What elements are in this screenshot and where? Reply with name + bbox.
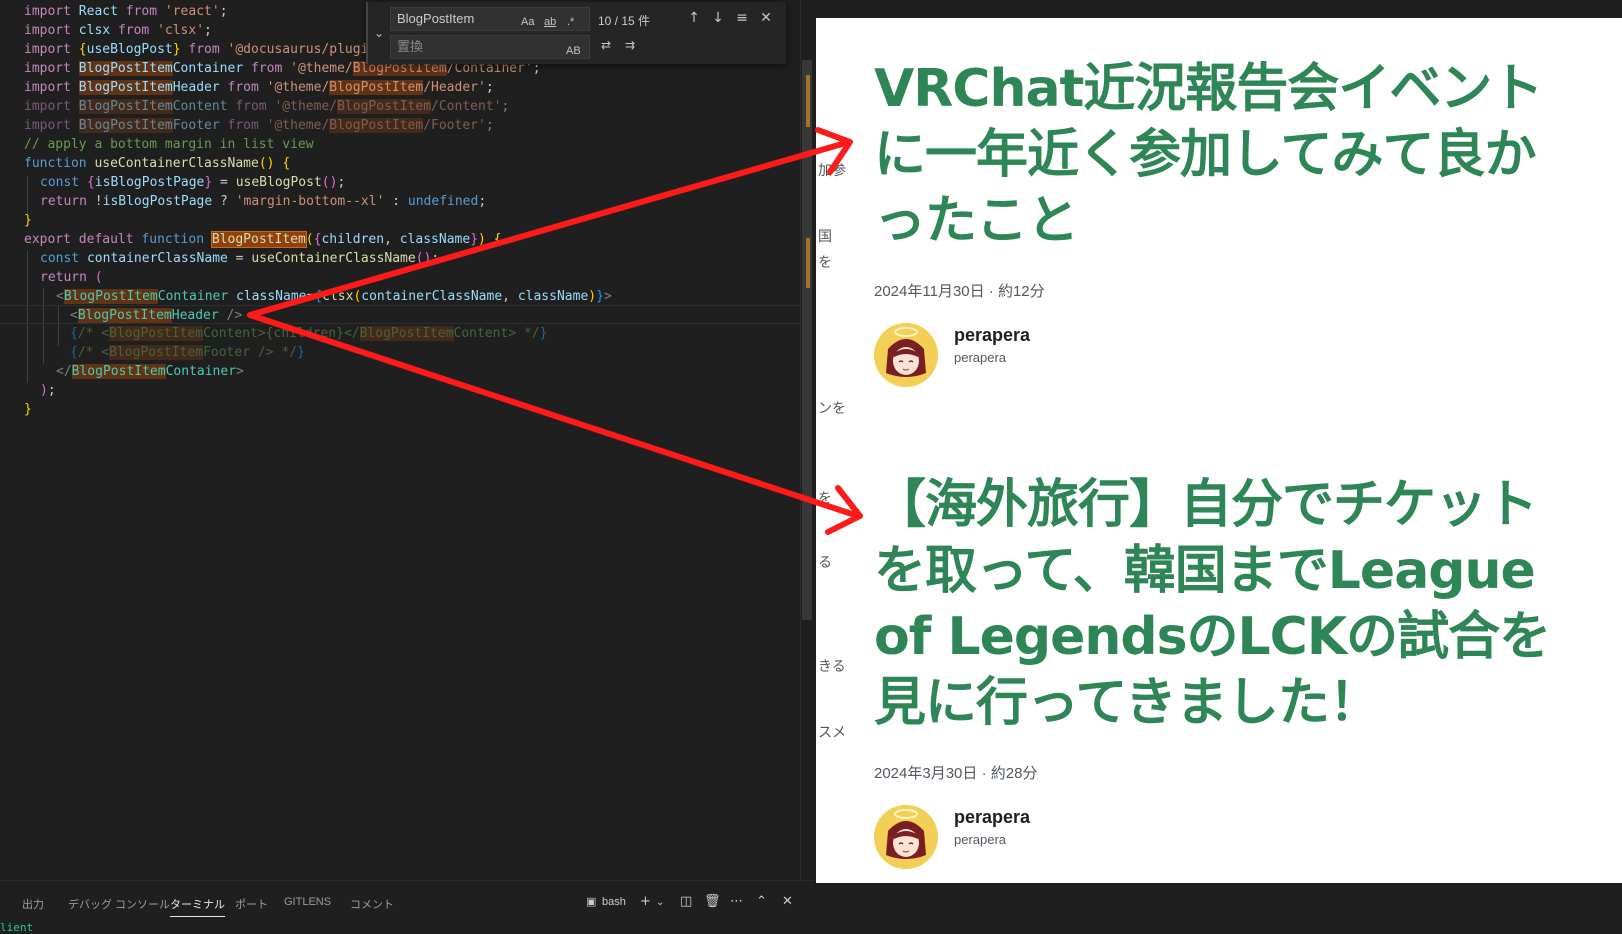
find-input[interactable]: BlogPostItem Aa ab .* <box>390 7 590 31</box>
avatar[interactable] <box>874 323 938 387</box>
code-line[interactable]: const {isBlogPostPage} = useBlogPost(); <box>40 173 345 192</box>
trash-icon[interactable]: 🗑 <box>704 894 721 909</box>
replace-all-icon[interactable]: ⇉ <box>620 38 640 56</box>
code-line[interactable]: </BlogPostItemContainer> <box>56 362 244 381</box>
code-line[interactable]: <BlogPostItemContainer className={clsx(c… <box>56 287 612 306</box>
whole-word-icon[interactable]: ab <box>544 11 556 33</box>
sidebar-fragment: ンを <box>818 401 846 417</box>
code-line[interactable]: } <box>24 211 32 230</box>
find-input-value: BlogPostItem <box>397 11 475 26</box>
avatar-image <box>874 805 938 869</box>
scrollbar-match-marker <box>806 75 810 127</box>
next-match-icon[interactable]: ↓ <box>708 10 728 26</box>
regex-icon[interactable]: .* <box>567 11 574 33</box>
replace-one-icon[interactable]: ⇄ <box>596 38 616 56</box>
code-line[interactable]: {/* <BlogPostItemContent>{children}</Blo… <box>70 324 547 343</box>
more-actions-icon[interactable]: ⋯ <box>730 894 743 909</box>
close-panel-icon[interactable]: ✕ <box>782 894 793 909</box>
post-date: 2024年11月30日 · 約12分 <box>874 283 1045 300</box>
code-line[interactable]: {/* <BlogPostItemFooter /> */} <box>70 343 305 362</box>
author-name[interactable]: perapera <box>954 325 1030 346</box>
author-handle: perapera <box>954 832 1007 847</box>
indent-guide <box>43 288 44 364</box>
find-in-selection-icon[interactable]: ≡ <box>732 10 752 26</box>
blog-page: 加参 国 を ンを を る きる スメ VRChat近況報告会イベントに一年近く… <box>816 0 1622 883</box>
close-find-icon[interactable]: ✕ <box>756 10 776 26</box>
panel-tab-debug-console[interactable]: デバッグ コンソール <box>68 896 170 912</box>
split-terminal-icon[interactable]: ◫ <box>680 894 692 909</box>
find-result-count: 10 / 15 件 <box>598 14 651 28</box>
sidebar-fragment: を <box>818 491 832 507</box>
sidebar-fragment: きる <box>818 659 846 675</box>
panel-tab-comments[interactable]: コメント <box>350 896 394 912</box>
author-name[interactable]: perapera <box>954 807 1030 828</box>
code-line[interactable]: import BlogPostItemHeader from '@theme/B… <box>24 78 494 97</box>
author-handle: perapera <box>954 350 1007 365</box>
code-line[interactable]: import BlogPostItemContent from '@theme/… <box>24 97 509 116</box>
post-title-link[interactable]: VRChat近況報告会イベントに一年近く参加してみて良かったこと <box>874 56 1574 254</box>
panel-tab-gitlens[interactable]: GITLENS <box>284 896 331 908</box>
avatar-image <box>874 323 938 387</box>
editor-scrollbar-thumb[interactable] <box>802 60 812 620</box>
match-case-icon[interactable]: Aa <box>521 11 534 33</box>
code-line[interactable]: return !isBlogPostPage ? 'margin-bottom-… <box>40 192 486 211</box>
chevron-down-icon[interactable]: ⌄ <box>656 897 664 908</box>
code-line[interactable]: function useContainerClassName() { <box>24 154 290 173</box>
toggle-replace-chevron-icon[interactable]: ⌄ <box>372 10 386 56</box>
avatar[interactable] <box>874 805 938 869</box>
previous-match-icon[interactable]: ↑ <box>684 10 704 26</box>
code-line[interactable]: // apply a bottom margin in list view <box>24 135 314 154</box>
author-card: perapera perapera <box>874 805 1574 869</box>
blog-post: VRChat近況報告会イベントに一年近く参加してみて良かったこと 2024年11… <box>874 56 1574 387</box>
post-date: 2024年3月30日 · 約28分 <box>874 765 1038 782</box>
replace-input-placeholder: 置換 <box>397 39 424 54</box>
code-line[interactable]: import {useBlogPost} from '@docusaurus/p… <box>24 40 376 59</box>
bottom-strip <box>814 883 1622 927</box>
author-card: perapera perapera <box>874 323 1574 387</box>
blog-post: 【海外旅行】自分でチケットを取って、韓国までLeague of Legendsの… <box>874 472 1574 869</box>
preserve-case-icon[interactable]: AB <box>566 40 581 62</box>
code-line[interactable]: return ( <box>40 268 103 287</box>
terminal-icon[interactable]: ▣ <box>586 895 596 908</box>
code-editor[interactable]: import React from 'react'; import clsx f… <box>0 0 814 880</box>
sidebar-fragment: を <box>818 255 832 271</box>
code-line[interactable]: import BlogPostItemFooter from '@theme/B… <box>24 116 494 135</box>
bottom-panel: 出力 デバッグ コンソール ターミナル ポート GITLENS コメント ▣ b… <box>0 880 814 934</box>
sidebar-fragment: る <box>818 555 832 571</box>
panel-tab-ports[interactable]: ポート <box>235 896 268 912</box>
code-line[interactable]: export default function BlogPostItem({ch… <box>24 230 502 249</box>
post-title-link[interactable]: 【海外旅行】自分でチケットを取って、韓国までLeague of Legendsの… <box>874 472 1574 736</box>
panel-tab-terminal[interactable]: ターミナル <box>170 896 225 917</box>
code-line[interactable]: ); <box>40 381 56 400</box>
panel-tab-output[interactable]: 出力 <box>22 896 44 912</box>
code-line[interactable]: import React from 'react'; <box>24 2 228 21</box>
replace-input[interactable]: 置換 AB <box>390 35 590 59</box>
code-line[interactable]: import clsx from 'clsx'; <box>24 21 212 40</box>
terminal-shell-label[interactable]: bash <box>602 896 626 908</box>
find-widget: ⌄ BlogPostItem Aa ab .* 置換 AB 10 / 15 件 … <box>366 2 786 64</box>
code-line-current[interactable]: <BlogPostItemHeader /> <box>0 305 800 324</box>
new-terminal-icon[interactable]: + <box>640 894 651 909</box>
maximize-panel-icon[interactable]: ⌃ <box>756 894 767 909</box>
code-line[interactable]: const containerClassName = useContainerC… <box>40 249 439 268</box>
scrollbar-match-marker <box>806 238 810 288</box>
sidebar-fragment: スメ <box>818 725 846 741</box>
terminal-output[interactable]: lient <box>0 921 33 934</box>
sidebar-fragment: 国 <box>818 229 832 245</box>
blog-top-bar <box>816 0 1622 18</box>
sidebar-fragment: 加参 <box>818 163 846 179</box>
code-line[interactable]: } <box>24 400 32 419</box>
indent-guide <box>27 176 28 216</box>
